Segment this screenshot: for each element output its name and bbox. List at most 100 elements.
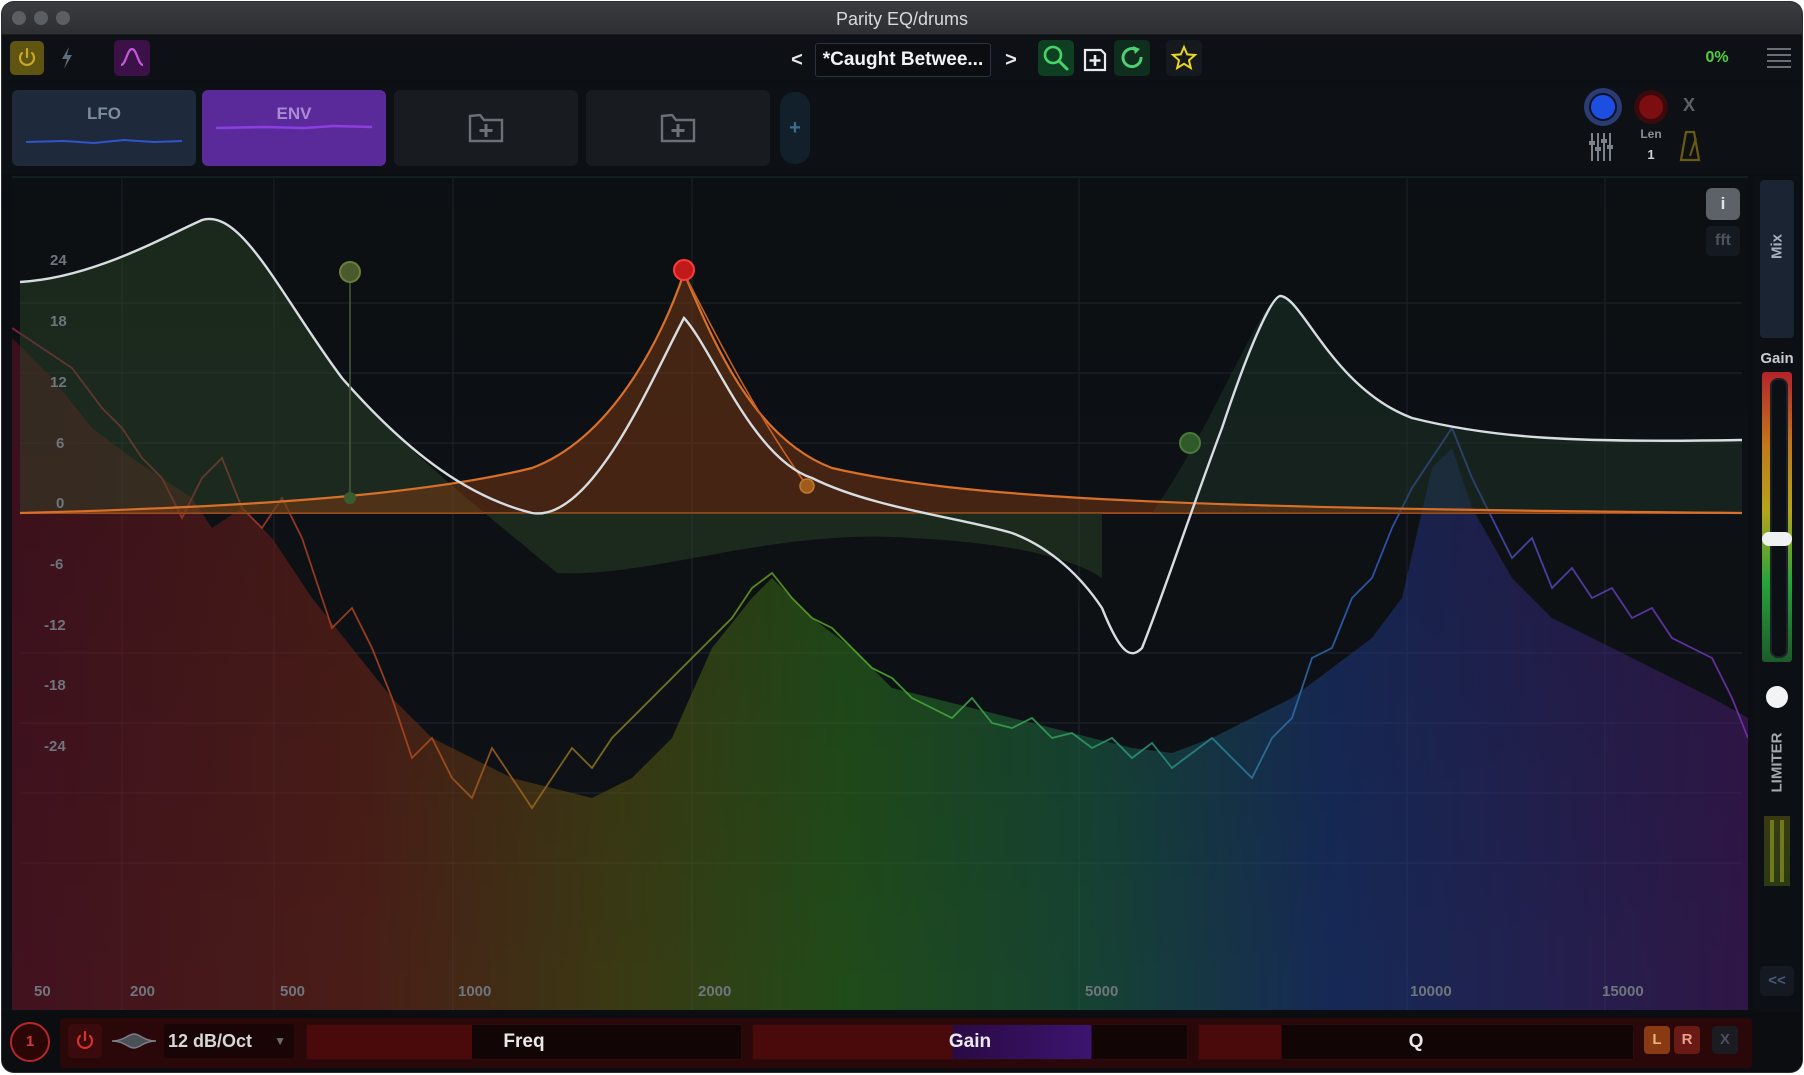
freq-label: 200 bbox=[130, 983, 155, 1000]
band-3-node[interactable] bbox=[799, 478, 815, 494]
mod-slot-lfo[interactable]: LFO bbox=[12, 90, 196, 166]
chevron-down-icon: ▼ bbox=[274, 1034, 286, 1048]
limiter-toggle[interactable] bbox=[1766, 686, 1788, 708]
close-seq-button[interactable]: X bbox=[1676, 92, 1702, 118]
refresh-icon bbox=[1121, 46, 1143, 69]
freq-label: 500 bbox=[280, 983, 305, 1000]
cpu-meter: 0% bbox=[1705, 49, 1729, 66]
bolt-button[interactable] bbox=[54, 41, 80, 75]
gain-control[interactable]: Gain bbox=[752, 1024, 1188, 1060]
q-control[interactable]: Q bbox=[1198, 1024, 1634, 1060]
gain-label: Gain bbox=[948, 1031, 992, 1052]
limiter-bar-right bbox=[1780, 820, 1784, 882]
record-dot-icon bbox=[1639, 95, 1663, 119]
record-dot-icon bbox=[1589, 93, 1617, 121]
gain-label: Gain bbox=[1760, 350, 1794, 367]
slope-value: 12 dB/Oct bbox=[168, 1031, 253, 1051]
info-button[interactable]: i bbox=[1706, 188, 1740, 220]
preset-next-button[interactable]: > bbox=[1000, 43, 1022, 77]
star-icon bbox=[1170, 44, 1198, 71]
power-icon bbox=[76, 1030, 94, 1049]
mod-slot-env[interactable]: ENV bbox=[202, 90, 386, 166]
preset-search-button[interactable] bbox=[1038, 40, 1074, 76]
left-channel-button[interactable]: L bbox=[1644, 1026, 1670, 1054]
gain-slider-thumb[interactable] bbox=[1762, 532, 1792, 546]
db-label: -18 bbox=[44, 677, 66, 694]
freq-label: 50 bbox=[34, 983, 51, 1000]
lightning-icon bbox=[62, 47, 72, 69]
add-document-icon bbox=[1083, 48, 1107, 72]
freq-label: 2000 bbox=[698, 983, 731, 1000]
mod-slot-empty-2[interactable] bbox=[586, 90, 770, 166]
freq-label: 15000 bbox=[1602, 983, 1644, 1000]
toolbar: < *Caught Betwee... > 0% bbox=[2, 35, 1802, 81]
db-label: 0 bbox=[56, 495, 64, 512]
power-icon bbox=[18, 47, 36, 66]
preset-prev-button[interactable]: < bbox=[786, 43, 808, 77]
freq-label: 5000 bbox=[1085, 983, 1118, 1000]
modulator-row: LFO ENV + X Len 1 bbox=[2, 82, 1802, 174]
db-label: 12 bbox=[50, 374, 67, 391]
eq-graph[interactable]: 24 18 12 6 0 -6 -12 -18 -24 50 200 500 1… bbox=[12, 176, 1748, 1010]
sliders-icon bbox=[1589, 133, 1613, 161]
fft-button[interactable]: fft bbox=[1706, 226, 1740, 256]
band-number-badge[interactable]: 1 bbox=[10, 1022, 50, 1062]
band-controls-bar: 1 12 dB/Oct ▼ Freq Gain Q L R X bbox=[2, 1012, 1802, 1072]
freq-label: Freq bbox=[503, 1031, 545, 1052]
limiter-label: LIMITER bbox=[1768, 732, 1786, 793]
lfo-waveform-icon bbox=[25, 138, 183, 145]
add-modulator-button[interactable]: + bbox=[780, 92, 810, 164]
mod-slot-label: LFO bbox=[87, 104, 121, 123]
band-4-node[interactable] bbox=[1179, 432, 1201, 454]
freq-label: 10000 bbox=[1410, 983, 1452, 1000]
freq-label: 1000 bbox=[458, 983, 491, 1000]
waveform-button[interactable] bbox=[114, 40, 150, 76]
metronome-button[interactable] bbox=[1676, 128, 1704, 164]
db-label: 18 bbox=[50, 313, 67, 330]
sine-wave-icon bbox=[120, 47, 144, 67]
bell-filter-icon bbox=[111, 1033, 157, 1049]
menu-button[interactable] bbox=[1764, 43, 1794, 73]
search-icon bbox=[1043, 45, 1069, 71]
title-bar: Parity EQ/drums bbox=[2, 2, 1802, 35]
mix-slider[interactable]: Mix bbox=[1760, 180, 1794, 338]
band-power-button[interactable] bbox=[68, 1024, 102, 1058]
db-label: 24 bbox=[50, 252, 67, 269]
len-value[interactable]: 1 bbox=[1634, 147, 1668, 162]
db-label: -24 bbox=[44, 738, 66, 755]
db-label: 6 bbox=[56, 435, 64, 452]
save-preset-button[interactable] bbox=[1078, 40, 1114, 76]
mix-label: Mix bbox=[1768, 234, 1786, 260]
band-2-node[interactable] bbox=[673, 259, 695, 281]
preset-name[interactable]: *Caught Betwee... bbox=[815, 43, 991, 77]
favorite-button[interactable] bbox=[1166, 40, 1202, 76]
power-button[interactable] bbox=[10, 41, 44, 75]
randomize-button[interactable] bbox=[1114, 40, 1150, 76]
collapse-panel-button[interactable]: << bbox=[1760, 966, 1794, 996]
mixer-button[interactable] bbox=[1584, 130, 1620, 164]
slope-select[interactable]: 12 dB/Oct ▼ bbox=[164, 1024, 294, 1058]
db-label: -6 bbox=[50, 556, 63, 573]
right-channel-button[interactable]: R bbox=[1674, 1026, 1700, 1054]
add-folder-icon bbox=[468, 113, 504, 143]
env-waveform-icon bbox=[215, 124, 373, 130]
red-record-button[interactable] bbox=[1634, 90, 1668, 124]
gain-slider-track[interactable] bbox=[1770, 378, 1788, 658]
limiter-bar-left bbox=[1770, 820, 1774, 882]
len-label: Len bbox=[1640, 127, 1662, 141]
delete-band-button[interactable]: X bbox=[1712, 1026, 1738, 1054]
gain-meter[interactable] bbox=[1762, 372, 1792, 662]
output-panel: Mix Gain LIMITER << bbox=[1754, 176, 1800, 1012]
filter-shape-button[interactable] bbox=[106, 1024, 162, 1058]
blue-record-button[interactable] bbox=[1584, 88, 1622, 126]
band-1-gain-handle[interactable] bbox=[344, 492, 356, 504]
mod-slot-empty-1[interactable] bbox=[394, 90, 578, 166]
add-folder-icon bbox=[660, 113, 696, 143]
q-label: Q bbox=[1408, 1031, 1424, 1052]
plugin-window: Parity EQ/drums < *Caught Betwee... > 0%… bbox=[2, 2, 1802, 1072]
freq-control[interactable]: Freq bbox=[306, 1024, 742, 1060]
hamburger-menu-icon bbox=[1767, 48, 1791, 68]
window-title: Parity EQ/drums bbox=[835, 9, 969, 29]
band-1-node[interactable] bbox=[339, 261, 361, 283]
metronome-icon bbox=[1679, 130, 1701, 162]
